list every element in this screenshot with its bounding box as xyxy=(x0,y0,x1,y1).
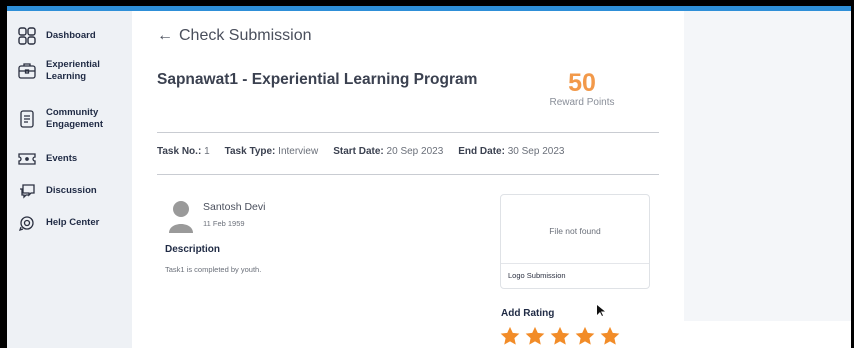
sidebar: Dashboard Experiential Learning Communit… xyxy=(7,11,132,348)
file-status: File not found xyxy=(549,226,601,236)
sidebar-item-help-center[interactable]: Help Center xyxy=(17,213,129,233)
sidebar-item-label: Help Center xyxy=(46,217,100,228)
task-number: Task No.: 1 xyxy=(157,146,210,157)
program-title: Sapnawat1 - Experiential Learning Progra… xyxy=(157,71,478,88)
ticket-icon xyxy=(18,153,36,165)
task-type: Task Type: Interview xyxy=(224,146,319,157)
sidebar-item-label: Events xyxy=(46,153,78,164)
divider xyxy=(501,263,649,264)
star-rating[interactable] xyxy=(499,325,624,347)
back-button[interactable]: ← Check Submission xyxy=(157,27,312,45)
star-icon[interactable] xyxy=(574,325,596,347)
sidebar-item-community-engagement[interactable]: Community Engagement xyxy=(17,107,129,131)
sidebar-item-label: Dashboard xyxy=(46,30,96,41)
dashboard-icon xyxy=(18,27,36,45)
right-panel xyxy=(684,11,851,321)
chat-icon xyxy=(20,184,35,199)
file-preview-card[interactable]: File not found Logo Submission xyxy=(500,194,650,289)
page-title: Check Submission xyxy=(179,27,312,44)
sidebar-item-label: Community Engagement xyxy=(46,107,104,130)
document-icon xyxy=(20,110,34,128)
description-text: Task1 is completed by youth. xyxy=(165,265,262,274)
reward-points: 50 Reward Points xyxy=(532,69,632,108)
star-icon[interactable] xyxy=(499,325,521,347)
sidebar-item-label: Discussion xyxy=(46,185,97,196)
task-end-date: End Date: 30 Sep 2023 xyxy=(458,146,565,157)
description-heading: Description xyxy=(165,244,221,255)
task-meta: Task No.: 1 Task Type: Interview Start D… xyxy=(157,146,579,157)
main-content: ← Check Submission Sapnawat1 - Experient… xyxy=(132,11,684,348)
star-icon[interactable] xyxy=(549,325,571,347)
user-name: Santosh Devi xyxy=(203,201,266,213)
sidebar-item-discussion[interactable]: Discussion xyxy=(17,181,129,201)
headset-icon xyxy=(18,216,34,232)
rating-heading: Add Rating xyxy=(501,308,555,319)
file-caption: Logo Submission xyxy=(508,271,566,280)
arrow-left-icon: ← xyxy=(157,27,173,44)
divider xyxy=(157,174,659,175)
divider xyxy=(157,132,659,133)
reward-points-value: 50 xyxy=(568,69,596,97)
user-date: 11 Feb 1959 xyxy=(203,219,245,228)
mouse-cursor-icon xyxy=(597,305,605,316)
star-icon[interactable] xyxy=(524,325,546,347)
briefcase-icon xyxy=(18,63,36,79)
avatar xyxy=(169,201,193,233)
app-window: Dashboard Experiential Learning Communit… xyxy=(7,6,851,348)
sidebar-item-dashboard[interactable]: Dashboard xyxy=(17,26,129,46)
sidebar-item-label: Experiential Learning xyxy=(46,59,100,82)
star-icon[interactable] xyxy=(599,325,621,347)
sidebar-item-events[interactable]: Events xyxy=(17,149,129,169)
task-start-date: Start Date: 20 Sep 2023 xyxy=(333,146,444,157)
sidebar-item-experiential-learning[interactable]: Experiential Learning xyxy=(17,59,129,83)
reward-points-label: Reward Points xyxy=(549,97,615,108)
